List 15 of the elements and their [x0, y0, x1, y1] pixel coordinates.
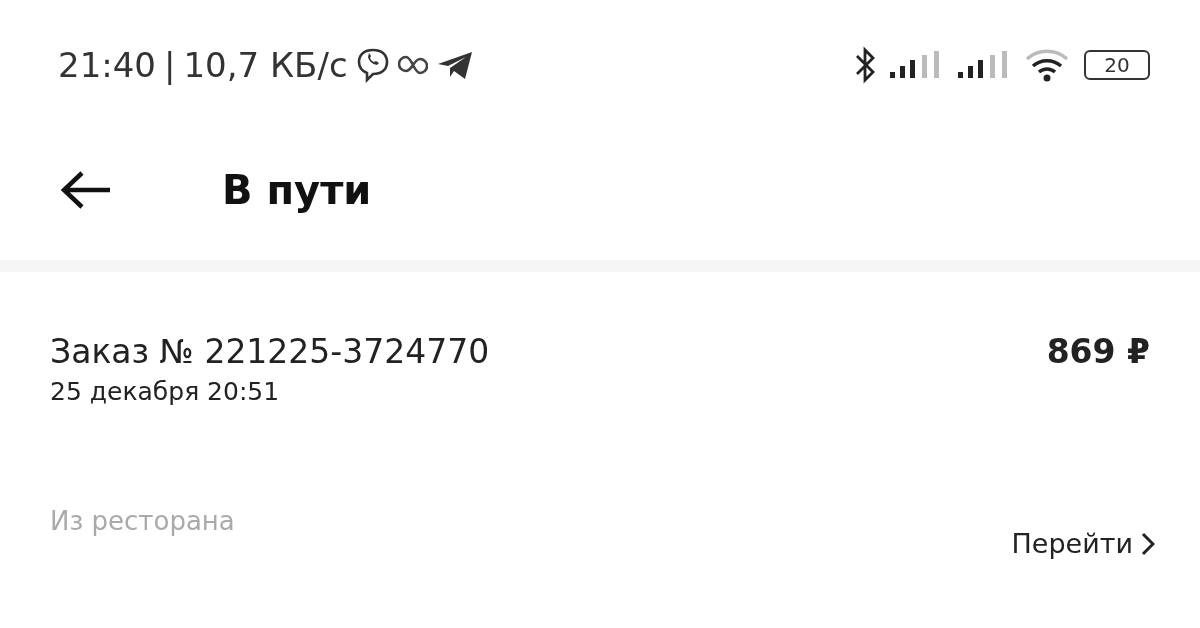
battery-level: 20 [1104, 53, 1130, 77]
chevron-icon [1141, 531, 1155, 556]
go-link[interactable]: Перейти [1011, 528, 1155, 559]
back-arrow-icon[interactable] [60, 170, 112, 210]
order-date: 25 декабря 20:51 [50, 377, 281, 406]
restaurant-label: Из ресторана [50, 506, 235, 536]
loop-icon [397, 53, 428, 77]
status-time: 21:40 [58, 45, 156, 85]
status-separator: | [164, 45, 176, 85]
bluetooth-icon [854, 46, 876, 84]
page-title: В пути [222, 167, 372, 213]
chat-bubble-icon [355, 47, 390, 83]
order-number: Заказ № 221225-3724770 [50, 332, 490, 371]
order-price: 869 ₽ [1046, 332, 1150, 373]
network-speed: 10,7 КБ/с [183, 45, 348, 85]
